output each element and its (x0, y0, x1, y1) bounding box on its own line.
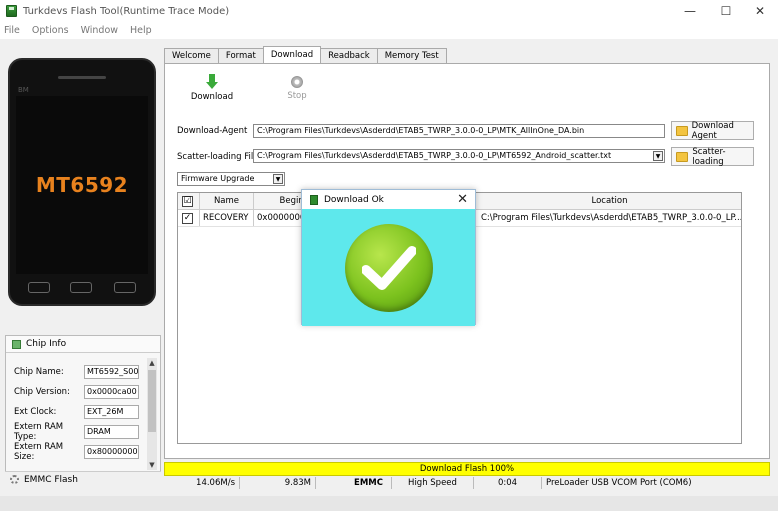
ram-type-value: DRAM (84, 425, 139, 439)
ext-clock-label: Ext Clock: (14, 407, 57, 417)
status-usb-speed: High Speed (392, 477, 474, 489)
combo-dropdown-icon[interactable]: ▼ (653, 151, 663, 161)
row-check-icon[interactable]: ✓ (182, 213, 193, 224)
folder-icon (676, 125, 688, 136)
download-agent-label: Download-Agent (177, 126, 248, 136)
row-location: C:\Program Files\Turkdevs\Asderdd\ETAB5_… (481, 213, 741, 223)
chip-info-scrollbar[interactable]: ▲ ▼ (147, 358, 157, 470)
minimize-button[interactable]: — (670, 0, 710, 22)
chip-info-header: Chip Info (6, 336, 160, 353)
menu-bar: File Options Window Help (0, 22, 778, 39)
bottom-edge (0, 496, 778, 511)
status-storage: EMMC (316, 477, 392, 489)
folder-icon (676, 151, 689, 162)
mode-select[interactable]: Firmware Upgrade ▼ (177, 172, 285, 186)
window-title: Turkdevs Flash Tool(Runtime Trace Mode) (23, 5, 230, 17)
chip-version-label: Chip Version: (14, 387, 70, 397)
scatter-loading-button-label: Scatter-loading (692, 146, 726, 167)
download-button[interactable]: Download (187, 74, 237, 102)
ram-size-value: 0x80000000 (84, 445, 139, 459)
stop-icon (291, 76, 303, 88)
dialog-close-icon[interactable]: ✕ (457, 192, 468, 207)
chip-row-name: Chip Name: MT6592_S00 (14, 364, 139, 380)
stop-button[interactable]: Stop (272, 74, 322, 101)
status-speed: 14.06M/s (164, 477, 240, 489)
progress-bar: Download Flash 100% (164, 462, 770, 476)
chip-row-version: Chip Version: 0x0000ca00 (14, 384, 139, 400)
ext-clock-value: EXT_26M (84, 405, 139, 419)
scatter-loading-button[interactable]: Scatter-loading (671, 146, 754, 167)
chip-name-label: Chip Name: (14, 367, 64, 377)
phone-image: BM MT6592 (8, 58, 156, 306)
scroll-thumb[interactable] (148, 370, 156, 432)
scroll-up-icon[interactable]: ▲ (147, 358, 157, 368)
mode-select-value: Firmware Upgrade (181, 174, 255, 183)
dialog-title-bar: Download Ok ✕ (302, 190, 475, 209)
chip-info-icon (12, 339, 21, 349)
mode-dropdown-icon[interactable]: ▼ (273, 174, 283, 184)
phone-chip-label: MT6592 (35, 173, 129, 197)
progress-text: Download Flash 100% (419, 464, 515, 474)
chip-row-ram-size: Extern RAM Size: 0x80000000 (14, 442, 139, 462)
phone-screen: MT6592 (16, 96, 148, 274)
checkmark-icon (361, 245, 416, 290)
menu-window[interactable]: Window (81, 25, 118, 36)
success-check-icon (344, 223, 433, 312)
menu-help[interactable]: Help (130, 25, 152, 36)
scatter-loading-label: Scatter-loading File (177, 152, 259, 162)
tab-welcome[interactable]: Welcome (164, 48, 219, 63)
dialog-app-icon (310, 194, 318, 205)
status-size: 9.83M (240, 477, 316, 489)
phone-menu-key-icon (28, 282, 50, 293)
dialog-title: Download Ok (324, 194, 384, 205)
title-bar: Turkdevs Flash Tool(Runtime Trace Mode) … (0, 0, 778, 22)
menu-file[interactable]: File (4, 25, 20, 36)
download-agent-path[interactable]: C:\Program Files\Turkdevs\Asderdd\ETAB5_… (253, 124, 665, 138)
download-ok-dialog: Download Ok ✕ (301, 189, 476, 326)
status-time: 0:04 (474, 477, 542, 489)
tab-memory-test[interactable]: Memory Test (376, 48, 447, 63)
header-checkbox[interactable]: ☑ (178, 193, 200, 209)
header-check-icon[interactable]: ☑ (182, 196, 193, 207)
phone-brand: BM (18, 86, 29, 94)
ram-size-label: Extern RAM Size: (14, 442, 64, 462)
ram-type-label: Extern RAM Type: (14, 422, 64, 442)
chip-info-title: Chip Info (26, 339, 67, 349)
scatter-loading-path: C:\Program Files\Turkdevs\Asderdd\ETAB5_… (257, 151, 612, 160)
chip-row-clock: Ext Clock: EXT_26M (14, 404, 139, 420)
tab-readback[interactable]: Readback (320, 48, 378, 63)
download-agent-button-label: Download Agent (691, 120, 734, 141)
phone-speaker (58, 76, 106, 79)
header-location[interactable]: Location (478, 193, 741, 209)
tab-format[interactable]: Format (217, 48, 264, 63)
app-icon (6, 5, 17, 17)
status-port: PreLoader USB VCOM Port (COM6) (546, 478, 692, 488)
download-agent-button[interactable]: Download Agent (671, 120, 754, 141)
row-name: RECOVERY (200, 210, 254, 226)
phone-buttons (10, 278, 154, 298)
dialog-body (302, 209, 475, 326)
scatter-loading-combo[interactable]: C:\Program Files\Turkdevs\Asderdd\ETAB5_… (253, 149, 665, 163)
status-info-row: 14.06M/s 9.83M EMMC High Speed 0:04 PreL… (164, 477, 770, 489)
tab-download[interactable]: Download (262, 46, 322, 63)
stop-button-label: Stop (287, 91, 307, 101)
header-name[interactable]: Name (200, 193, 254, 209)
emmc-flash-section[interactable]: EMMC Flash (5, 471, 161, 487)
scroll-down-icon[interactable]: ▼ (147, 460, 157, 470)
emmc-flash-label: EMMC Flash (24, 474, 78, 485)
chip-row-ram-type: Extern RAM Type: DRAM (14, 422, 139, 442)
phone-home-key-icon (70, 282, 92, 293)
chip-info-panel: Chip Info Chip Name: MT6592_S00 Chip Ver… (5, 335, 161, 487)
row-checkbox[interactable]: ✓ (178, 210, 200, 226)
gear-icon (10, 475, 19, 484)
download-button-label: Download (190, 92, 234, 102)
download-arrow-icon (206, 74, 218, 90)
close-button[interactable]: ✕ (740, 0, 778, 22)
menu-options[interactable]: Options (32, 25, 69, 36)
chip-version-value: 0x0000ca00 (84, 385, 139, 399)
chip-name-value: MT6592_S00 (84, 365, 139, 379)
tab-bar: Welcome Format Download Readback Memory … (164, 46, 447, 63)
phone-back-key-icon (114, 282, 136, 293)
